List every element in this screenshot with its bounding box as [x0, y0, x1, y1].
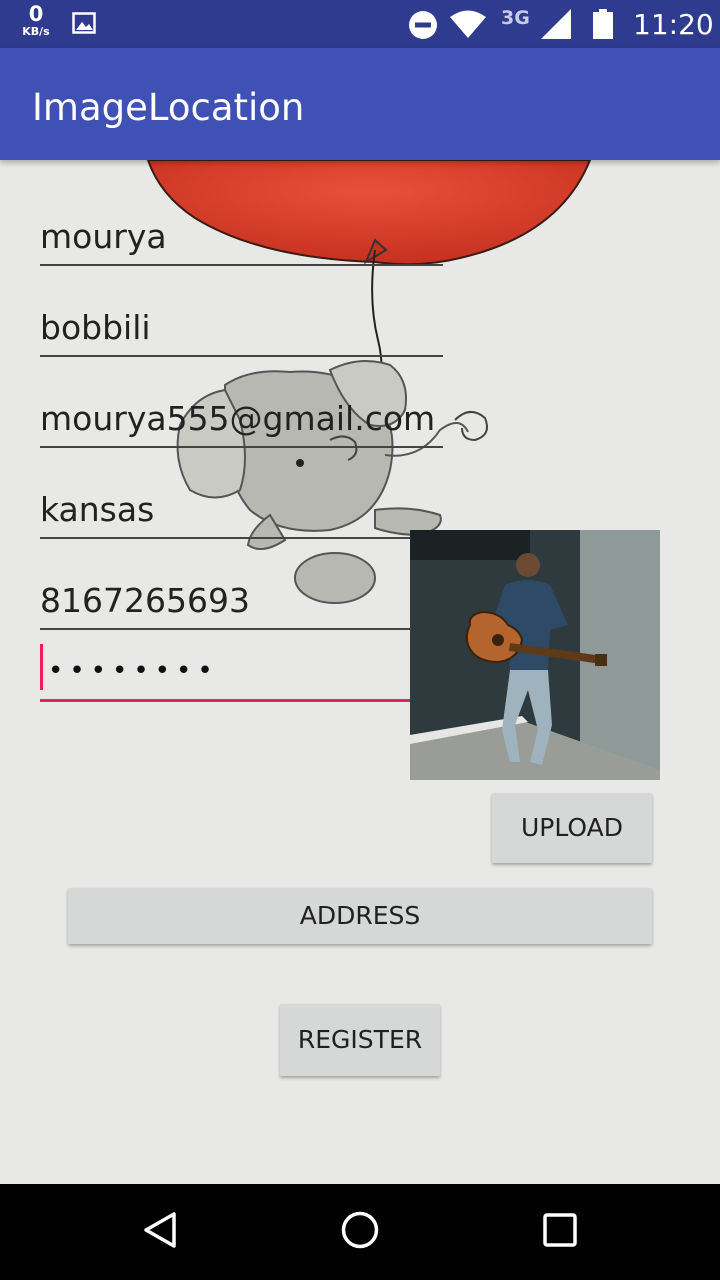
- network-type: 3G: [501, 7, 530, 29]
- app-bar: ImageLocation: [0, 48, 720, 160]
- wifi-icon: [450, 10, 486, 43]
- phone-value: 8167265693: [40, 581, 250, 620]
- register-button[interactable]: REGISTER: [280, 1004, 440, 1076]
- phone-field[interactable]: 8167265693: [40, 564, 443, 630]
- signal-icon: [541, 9, 571, 44]
- recents-icon[interactable]: [538, 1208, 582, 1257]
- password-field[interactable]: ••••••••: [40, 640, 443, 702]
- navigation-bar: [0, 1184, 720, 1280]
- app-title: ImageLocation: [32, 86, 305, 129]
- city-field[interactable]: kansas: [40, 473, 443, 539]
- city-value: kansas: [40, 490, 155, 529]
- text-cursor: [40, 644, 43, 690]
- password-mask: ••••••••: [48, 656, 219, 686]
- network-speed-unit: KB/s: [22, 25, 50, 38]
- network-speed-value: 0: [28, 2, 44, 26]
- profile-photo: [410, 530, 660, 780]
- back-icon[interactable]: [138, 1208, 182, 1257]
- last-name-field[interactable]: bobbili: [40, 291, 443, 357]
- network-speed: 0 KB/s: [18, 2, 54, 38]
- do-not-disturb-icon: [408, 10, 438, 45]
- gallery-icon: [72, 12, 96, 39]
- first-name-value: mourya: [40, 217, 167, 256]
- email-field[interactable]: mourya555@gmail.com: [40, 382, 443, 448]
- home-icon[interactable]: [338, 1208, 382, 1257]
- status-bar: 0 KB/s 3G 11:20: [0, 0, 720, 48]
- first-name-field[interactable]: mourya: [40, 200, 443, 266]
- last-name-value: bobbili: [40, 308, 151, 347]
- battery-icon: [593, 9, 613, 44]
- clock: 11:20: [633, 8, 714, 41]
- email-value: mourya555@gmail.com: [40, 399, 436, 438]
- upload-button[interactable]: UPLOAD: [492, 793, 652, 863]
- address-button[interactable]: ADDRESS: [68, 888, 652, 944]
